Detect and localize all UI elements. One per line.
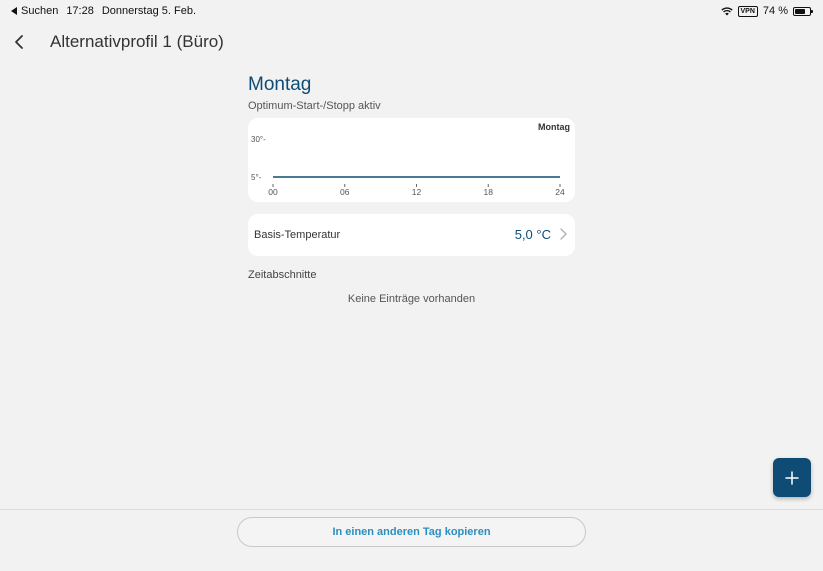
basis-temperature-value: 5,0 °C — [514, 227, 551, 242]
status-bar: Suchen 17:28 Donnerstag 5. Feb. VPN 74 % — [0, 0, 823, 22]
status-date: Donnerstag 5. Feb. — [101, 5, 197, 17]
basis-temperature-row[interactable]: Basis-Temperatur 5,0 °C — [248, 214, 575, 256]
nav-bar: Alternativprofil 1 (Büro) — [0, 24, 823, 60]
empty-state-text: Keine Einträge vorhanden — [347, 293, 476, 305]
back-to-app-link[interactable]: Suchen — [11, 5, 58, 17]
x-tick-label: 12 — [412, 187, 422, 197]
vpn-badge: VPN — [737, 5, 758, 17]
chart-title: Montag — [538, 122, 570, 132]
battery-percent: 74 % — [762, 5, 788, 17]
day-title: Montag — [248, 74, 312, 95]
back-app-label: Suchen — [21, 5, 59, 17]
wifi-icon — [720, 6, 733, 15]
copy-to-other-day-button[interactable]: In einen anderen Tag kopieren — [237, 517, 586, 547]
plus-icon — [785, 470, 799, 485]
x-tick-label: 24 — [555, 187, 565, 197]
y-tick-label: 5°- — [251, 173, 262, 182]
page-title: Alternativprofil 1 (Büro) — [50, 32, 224, 51]
bottom-divider — [0, 509, 823, 510]
battery-icon — [793, 6, 813, 16]
chevron-right-icon — [560, 228, 567, 240]
y-tick-label: 30°- — [251, 135, 266, 144]
x-tick-label: 00 — [268, 187, 278, 197]
add-time-segment-button[interactable] — [773, 458, 811, 497]
day-subtitle: Optimum-Start-/Stopp aktiv — [248, 100, 381, 112]
basis-temperature-label: Basis-Temperatur — [254, 229, 341, 241]
x-tick-label: 18 — [484, 187, 494, 197]
status-left: Suchen 17:28 Donnerstag 5. Feb. — [11, 5, 196, 17]
schedule-chart-card: Montag 30°- 5°- 00 06 12 18 24 — [248, 118, 575, 202]
battery-fill — [795, 8, 805, 14]
status-time: 17:28 — [66, 5, 94, 17]
day-header: Montag Optimum-Start-/Stopp aktiv — [248, 74, 575, 112]
schedule-chart: Montag 30°- 5°- 00 06 12 18 24 — [251, 122, 570, 197]
back-triangle-icon — [11, 7, 17, 15]
x-tick-label: 06 — [340, 187, 350, 197]
back-button[interactable] — [10, 32, 30, 52]
time-segments-label: Zeitabschnitte — [248, 269, 317, 281]
status-right: VPN 74 % — [720, 5, 813, 17]
chevron-left-icon — [15, 35, 23, 49]
